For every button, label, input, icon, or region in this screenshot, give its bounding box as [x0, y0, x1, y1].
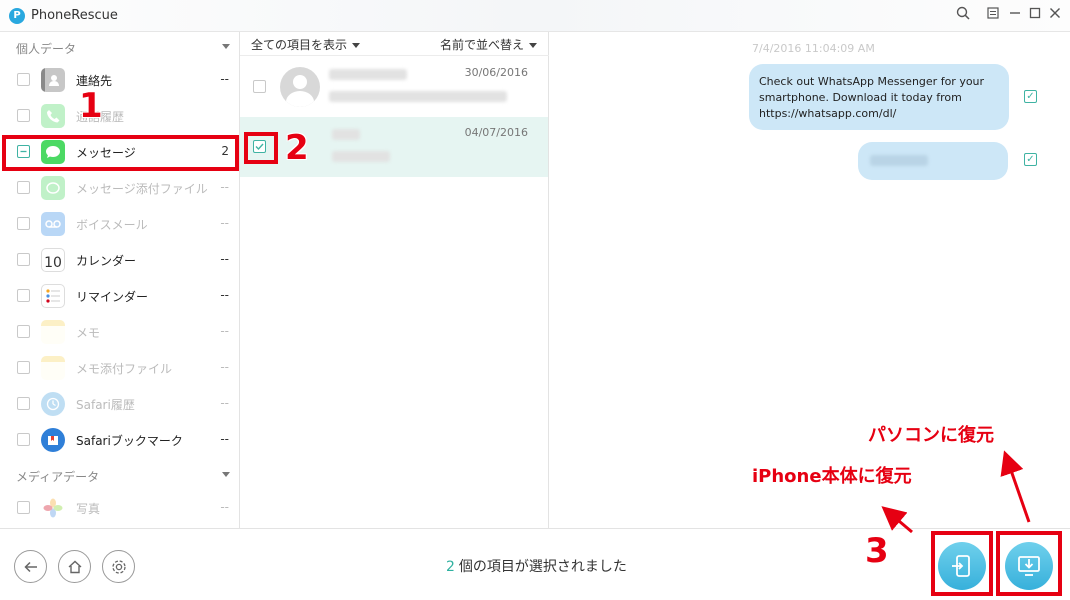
annotation-arrows	[881, 450, 1031, 534]
phonerescue-window: P PhoneRescue 個人データ 連絡先 -- 通話履歴 メッセージ 2 …	[0, 0, 1070, 600]
arrow-to-pc-label	[1000, 450, 1031, 523]
arrow-to-iphone-label	[881, 506, 913, 534]
